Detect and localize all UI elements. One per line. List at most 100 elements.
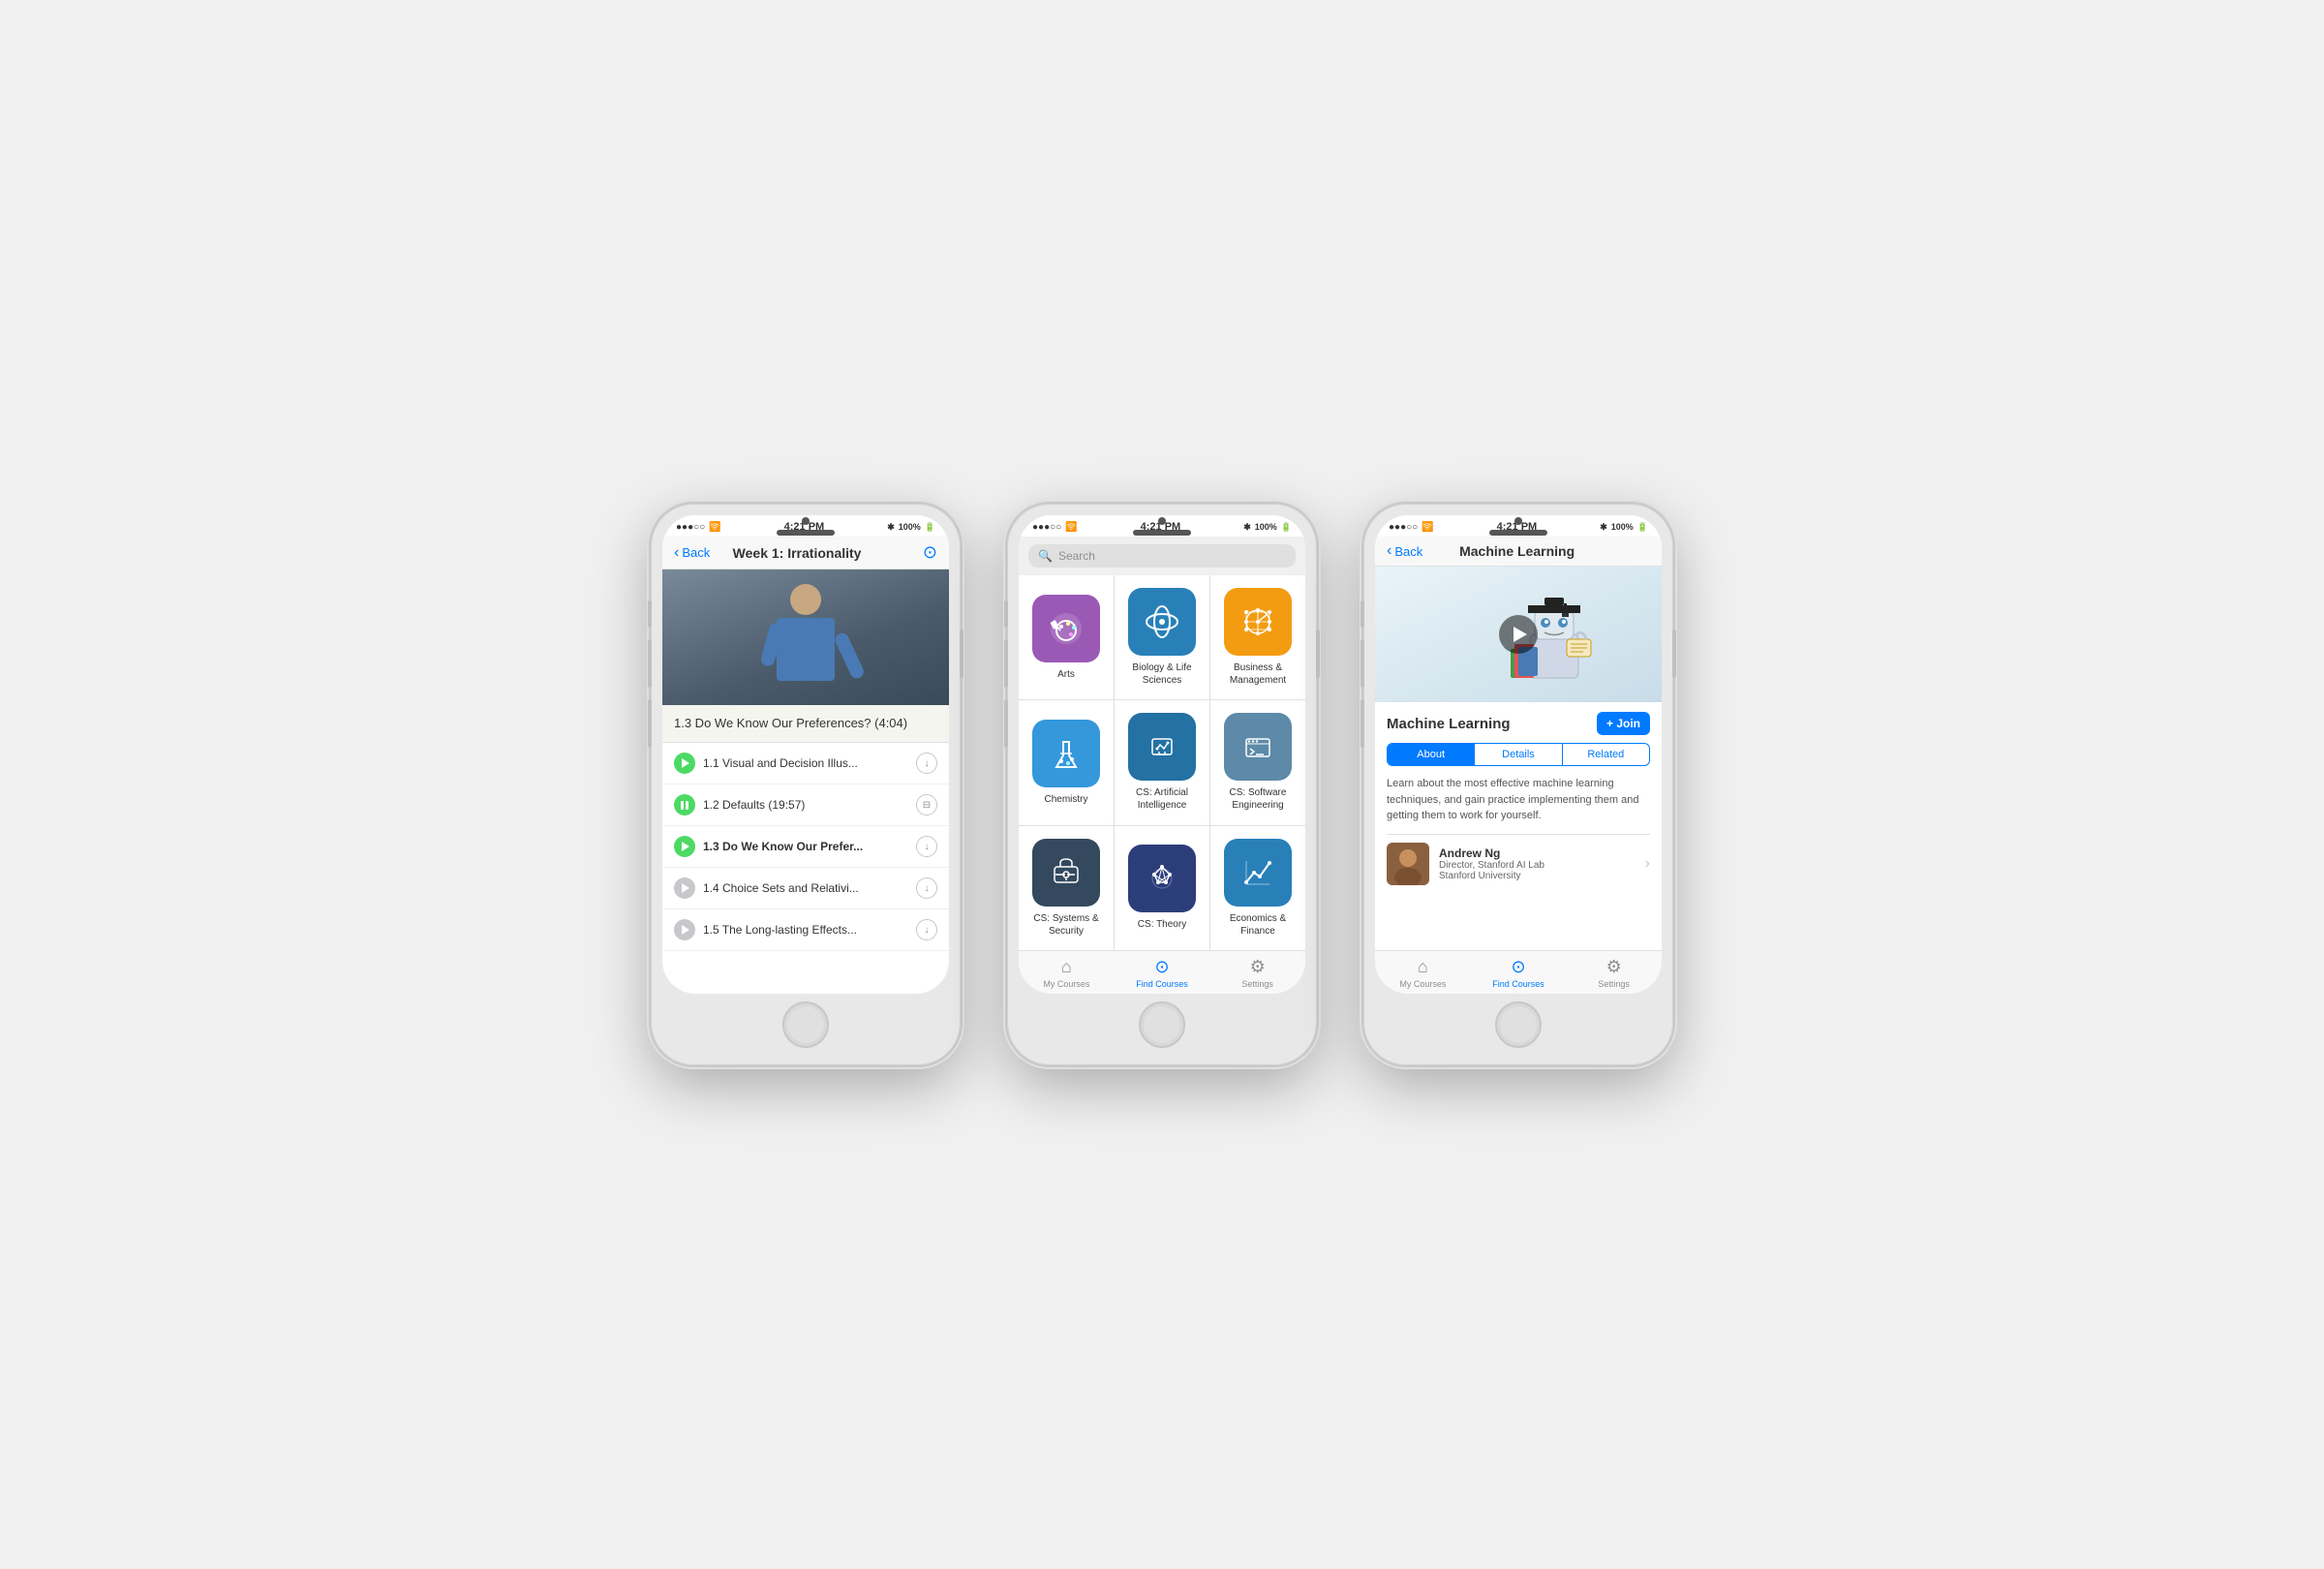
camera-2	[1158, 517, 1166, 525]
search-tab-icon-3: ⊙	[1511, 957, 1525, 977]
bio-label: Biology & Life Sciences	[1118, 661, 1206, 687]
lesson-item-4[interactable]: 1.4 Choice Sets and Relativi... ↓	[662, 868, 949, 909]
category-cs-ai[interactable]: CS: Artificial Intelligence	[1115, 700, 1209, 824]
camera	[802, 517, 810, 525]
home-icon-3: ⌂	[1418, 957, 1428, 977]
category-business[interactable]: Business & Management	[1210, 575, 1305, 699]
phones-container: ●●●○○ 🛜 4:21 PM ✱ 100% 🔋 ‹ Back Week 1: …	[651, 504, 1673, 1065]
speaker-3	[1489, 530, 1547, 536]
home-button-3[interactable]	[1495, 1001, 1542, 1048]
join-button[interactable]: + Join	[1597, 712, 1650, 735]
side-button-vol-down[interactable]	[648, 699, 652, 748]
nav-title-3: Machine Learning	[1384, 543, 1650, 559]
download-3[interactable]: ↓	[916, 836, 937, 857]
course-hero[interactable]	[1375, 567, 1662, 702]
lesson-list: 1.1 Visual and Decision Illus... ↓ 1.2 D…	[662, 743, 949, 994]
signal-3: ●●●○○	[1389, 522, 1418, 533]
play-button-2[interactable]	[674, 794, 695, 815]
side-button-vol-up-2[interactable]	[1004, 639, 1008, 688]
tab-find-label-3: Find Courses	[1492, 979, 1544, 989]
nav-bar-3: ‹ Back Machine Learning	[1375, 537, 1662, 567]
bio-icon	[1143, 602, 1181, 641]
side-button-silent[interactable]	[648, 600, 652, 628]
video-thumbnail[interactable]	[662, 569, 949, 705]
speaker	[777, 530, 835, 536]
lesson-item-2[interactable]: 1.2 Defaults (19:57) ⊟	[662, 784, 949, 826]
side-button-vol-down-3[interactable]	[1361, 699, 1364, 748]
cs-sec-label: CS: Systems & Security	[1023, 912, 1110, 938]
course-description: Learn about the most effective machine l…	[1387, 776, 1650, 824]
search-bar: 🔍 Search	[1019, 537, 1305, 575]
instructor-name: Andrew Ng	[1439, 846, 1636, 860]
play-overlay[interactable]	[1499, 615, 1538, 654]
wifi-icon: 🛜	[709, 522, 720, 533]
side-button-silent-3[interactable]	[1361, 600, 1364, 628]
side-button-vol-up-3[interactable]	[1361, 639, 1364, 688]
download-2[interactable]: ⊟	[916, 794, 937, 815]
instructor-avatar	[1387, 843, 1429, 885]
category-cs-sec[interactable]: CS: Systems & Security	[1019, 826, 1114, 950]
current-lesson-title: 1.3 Do We Know Our Preferences? (4:04)	[674, 715, 937, 732]
tab-find-courses-3[interactable]: ⊙ Find Courses	[1471, 951, 1567, 994]
instructor-org: Stanford University	[1439, 871, 1636, 881]
cs-ai-icon	[1143, 727, 1181, 766]
category-biology[interactable]: Biology & Life Sciences	[1115, 575, 1209, 699]
segment-about[interactable]: About	[1388, 744, 1475, 765]
download-4[interactable]: ↓	[916, 877, 937, 899]
cs-sw-label: CS: Software Engineering	[1214, 786, 1301, 812]
segment-related[interactable]: Related	[1563, 744, 1649, 765]
side-button-power-2[interactable]	[1316, 630, 1320, 678]
tab-settings-3[interactable]: ⚙ Settings	[1566, 951, 1662, 994]
instructor-row[interactable]: Andrew Ng Director, Stanford AI Lab Stan…	[1387, 834, 1650, 893]
phone-3: ●●●○○ 🛜 4:21 PM ✱ 100% 🔋 ‹ Back Machine …	[1363, 504, 1673, 1065]
play-button-3[interactable]	[674, 836, 695, 857]
tab-my-courses-3[interactable]: ⌂ My Courses	[1375, 951, 1471, 994]
download-nav-icon[interactable]: ⊙	[923, 542, 937, 563]
category-cs-theory[interactable]: CS: Theory	[1115, 826, 1209, 950]
gear-icon-3: ⚙	[1606, 957, 1622, 977]
home-button-2[interactable]	[1139, 1001, 1185, 1048]
course-info: Machine Learning + Join About Details Re…	[1375, 702, 1662, 901]
bt-3: ✱	[1600, 522, 1607, 533]
arts-label: Arts	[1057, 668, 1075, 681]
play-button-1[interactable]	[674, 753, 695, 774]
search-container[interactable]: 🔍 Search	[1028, 544, 1296, 568]
tab-settings-2[interactable]: ⚙ Settings	[1209, 951, 1305, 994]
battery-1: 100%	[899, 522, 921, 532]
home-button-1[interactable]	[782, 1001, 829, 1048]
screen-3: ●●●○○ 🛜 4:21 PM ✱ 100% 🔋 ‹ Back Machine …	[1375, 515, 1662, 994]
segment-details[interactable]: Details	[1475, 744, 1562, 765]
screen-2: ●●●○○ 🛜 4:21 PM ✱ 100% 🔋 🔍 Search	[1019, 515, 1305, 994]
battery-3: 100%	[1611, 522, 1634, 532]
side-button-silent-2[interactable]	[1004, 600, 1008, 628]
category-econ[interactable]: Economics & Finance	[1210, 826, 1305, 950]
econ-icon	[1238, 853, 1277, 892]
cs-sw-icon	[1238, 727, 1277, 766]
download-5[interactable]: ↓	[916, 919, 937, 940]
side-button-power[interactable]	[960, 630, 963, 678]
download-1[interactable]: ↓	[916, 753, 937, 774]
lesson-item-1[interactable]: 1.1 Visual and Decision Illus... ↓	[662, 743, 949, 784]
nav-bar-1: ‹ Back Week 1: Irrationality ⊙	[662, 537, 949, 569]
play-button-5[interactable]	[674, 919, 695, 940]
lesson-title-2: 1.2 Defaults (19:57)	[703, 798, 908, 812]
category-cs-sw[interactable]: CS: Software Engineering	[1210, 700, 1305, 824]
side-button-vol-up[interactable]	[648, 639, 652, 688]
category-arts[interactable]: Arts	[1019, 575, 1114, 699]
screen-1: ●●●○○ 🛜 4:21 PM ✱ 100% 🔋 ‹ Back Week 1: …	[662, 515, 949, 994]
chem-label: Chemistry	[1044, 793, 1087, 806]
cs-ai-label: CS: Artificial Intelligence	[1118, 786, 1206, 812]
lesson-title-1: 1.1 Visual and Decision Illus...	[703, 756, 908, 770]
side-button-vol-down-2[interactable]	[1004, 699, 1008, 748]
lesson-item-3[interactable]: 1.3 Do We Know Our Prefer... ↓	[662, 826, 949, 868]
play-button-4[interactable]	[674, 877, 695, 899]
chem-icon	[1047, 734, 1086, 773]
tab-my-courses-2[interactable]: ⌂ My Courses	[1019, 951, 1115, 994]
signal-dots: ●●●○○	[676, 522, 705, 533]
instructor-title: Director, Stanford AI Lab	[1439, 860, 1636, 871]
tab-find-courses-2[interactable]: ⊙ Find Courses	[1115, 951, 1210, 994]
category-chemistry[interactable]: Chemistry	[1019, 700, 1114, 824]
side-button-power-3[interactable]	[1672, 630, 1676, 678]
related-label: Related	[1587, 749, 1624, 760]
lesson-item-5[interactable]: 1.5 The Long-lasting Effects... ↓	[662, 909, 949, 951]
